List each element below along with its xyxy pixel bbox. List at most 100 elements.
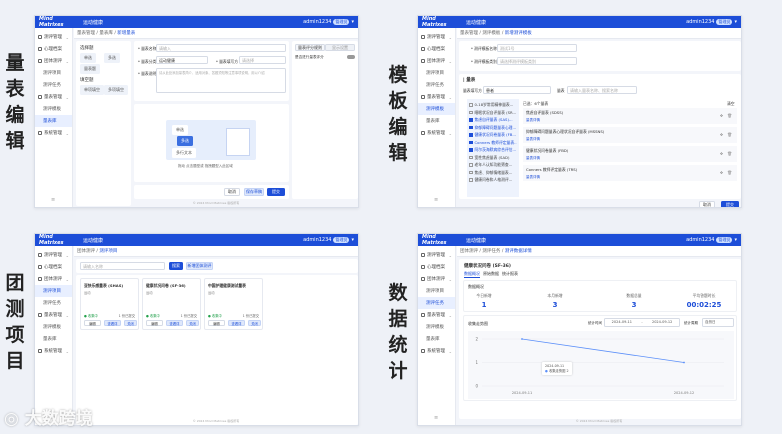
crumb-item[interactable]: 量表管理	[460, 30, 478, 36]
user-menu[interactable]: admin1234 管理员 ▾	[303, 19, 354, 25]
target-select[interactable]: 请选择	[239, 56, 286, 64]
collapse-icon[interactable]: ≡	[434, 197, 438, 203]
checkbox[interactable]	[469, 125, 473, 130]
scale-list-item[interactable]: 宽性焦虑量表 (SAD)	[469, 155, 517, 163]
tab-display[interactable]: 显示设置	[325, 44, 355, 51]
sidebar-item[interactable]: 测评模板	[35, 321, 72, 333]
sidebar-item[interactable]: 量表库	[35, 115, 72, 127]
sidebar-item[interactable]: 测评任务	[418, 297, 455, 309]
desc-textarea[interactable]: 请从此处添加量表简介、适用对象、答题须知等注意事项说明，用以介绍	[156, 68, 286, 93]
checkbox[interactable]	[469, 148, 473, 152]
delete-icon[interactable]: 🗑	[727, 132, 732, 137]
checkbox[interactable]	[469, 118, 473, 122]
target-select[interactable]: 患者	[483, 86, 551, 94]
search-input[interactable]: 请输入名称	[80, 262, 165, 270]
card-action-button[interactable]: 编辑	[208, 320, 225, 326]
crumb-item[interactable]: 量表库	[99, 30, 113, 36]
checkbox[interactable]	[469, 163, 473, 167]
checkbox[interactable]	[469, 110, 473, 115]
sidebar-item[interactable]: 团体测评 ⌄	[35, 273, 72, 285]
sidebar-item[interactable]: 系统管理 ⌄	[418, 345, 455, 357]
card-action-button[interactable]: 查看详	[166, 320, 183, 326]
checkbox[interactable]	[469, 155, 473, 160]
scale-list-item[interactable]: 睡眠状况自评量表 (SR...	[469, 110, 517, 118]
collapse-icon[interactable]: ≡	[51, 197, 55, 203]
template-name-input[interactable]: 测试1号	[497, 44, 577, 52]
scale-detail-link[interactable]: 量表详情	[526, 156, 734, 161]
scale-list-item[interactable]: 老年人认知功能筛查...	[469, 162, 517, 170]
scale-detail-link[interactable]: 量表详情	[526, 137, 734, 142]
crumb-item[interactable]: 团体测评	[460, 248, 478, 254]
palette-multi[interactable]: 多选	[104, 53, 120, 63]
sidebar-item[interactable]: 量表库	[418, 333, 455, 345]
tab-raw-data[interactable]: 原始数据	[483, 271, 499, 277]
clear-button[interactable]: 清空	[727, 101, 735, 107]
tab-report[interactable]: 统计报表	[502, 271, 518, 277]
scale-list-item[interactable]: 0-18岁常用精神量表...	[469, 102, 517, 110]
cancel-button[interactable]: 取消	[224, 188, 240, 196]
sidebar-item[interactable]: 测评模板	[35, 103, 72, 115]
tab-scoring[interactable]: 量表评分规则	[295, 44, 325, 51]
card-action-button[interactable]: 查看详	[228, 320, 245, 326]
search-button[interactable]: 搜索	[169, 262, 183, 270]
palette-fill-single[interactable]: 单项填空	[80, 85, 104, 95]
project-card[interactable]: 中国护理健康测试量表 运动 ● 收集中 1 份已提交 编辑 查看详 关闭	[204, 278, 263, 330]
project-card[interactable]: 健康状况问卷 (SF-36) 运动 ● 收集中 1 份已提交 编辑 查看详 关闭	[142, 278, 201, 330]
sidebar-item[interactable]: 量表管理 ⌄	[35, 91, 72, 103]
scoring-toggle[interactable]	[347, 55, 355, 59]
sidebar-item[interactable]: 测评模板	[418, 103, 455, 115]
sidebar-item[interactable]: 量表管理 ⌄	[35, 309, 72, 321]
name-input[interactable]: 请输入	[156, 44, 286, 52]
cancel-button[interactable]: 取消	[699, 201, 715, 207]
crumb-item[interactable]: 测评模板	[482, 30, 500, 36]
palette-fill-multi[interactable]: 多项填空	[104, 85, 128, 95]
sidebar-item[interactable]: 心理档案	[418, 43, 455, 55]
collapse-icon[interactable]: ≡	[434, 415, 438, 421]
sidebar-item[interactable]: 测评管理 ⌄	[418, 31, 455, 43]
crumb-item[interactable]: 测评任务	[482, 248, 500, 254]
sidebar-item[interactable]: 心理档案	[35, 43, 72, 55]
user-menu[interactable]: admin1234 管理员 ▾	[686, 237, 737, 243]
sidebar-item[interactable]: 量表管理 ⌄	[418, 309, 455, 321]
delete-icon[interactable]: 🗑	[727, 170, 732, 175]
tab-overview[interactable]: 数据概况	[464, 271, 480, 278]
template-category-select[interactable]: 请选择测评模板类别	[497, 57, 577, 65]
sidebar-item[interactable]: 测评任务	[418, 79, 455, 91]
scale-detail-link[interactable]: 量表详情	[526, 118, 734, 123]
sidebar-item[interactable]: 量表库	[35, 333, 72, 345]
checkbox[interactable]	[469, 170, 473, 175]
sidebar-item[interactable]: 测评模板	[418, 321, 455, 333]
drag-icon[interactable]: ✥	[720, 151, 723, 156]
card-action-button[interactable]: 关闭	[248, 320, 261, 326]
crumb-item[interactable]: 团体测评	[77, 248, 95, 254]
sidebar-item[interactable]: 测评任务	[35, 79, 72, 91]
palette-single[interactable]: 单选	[80, 53, 96, 63]
palette-scale[interactable]: 量表题	[80, 64, 100, 74]
sidebar-item[interactable]: 系统管理 ⌄	[35, 127, 72, 139]
scale-list-item[interactable]: 抑郁障碍问题量表心理...	[469, 125, 517, 133]
project-card[interactable]: 亚快乐感量表 (SHAS) 运动 ● 收集中 1 份已提交 编辑 查看详 关闭	[80, 278, 139, 330]
scale-list-item[interactable]: 健康状况问卷量表 (FB...	[469, 132, 517, 140]
sidebar-item[interactable]: 测评管理 ⌄	[418, 249, 455, 261]
scale-list-item[interactable]: 阿尔茨海默病综合评估...	[469, 147, 517, 155]
sidebar-item[interactable]: 测评管理 ⌄	[35, 249, 72, 261]
sidebar-item[interactable]: 测评管理 ⌄	[35, 31, 72, 43]
card-action-button[interactable]: 编辑	[84, 320, 101, 326]
category-select[interactable]: 运动健康	[156, 56, 208, 64]
save-draft-button[interactable]: 保存草稿	[244, 188, 264, 196]
drag-icon[interactable]: ✥	[720, 113, 723, 118]
checkbox[interactable]	[469, 133, 473, 137]
crumb-item[interactable]: 量表管理	[77, 30, 95, 36]
sidebar-item[interactable]: 系统管理 ⌄	[35, 345, 72, 357]
checkbox[interactable]	[469, 140, 473, 145]
sidebar-item[interactable]: 测评项目	[418, 67, 455, 79]
sidebar-item[interactable]: 测评项目	[35, 67, 72, 79]
card-action-button[interactable]: 关闭	[124, 320, 137, 326]
sidebar-item[interactable]: 系统管理 ⌄	[418, 127, 455, 139]
sidebar-item[interactable]: 测评项目	[35, 285, 72, 297]
card-action-button[interactable]: 查看详	[104, 320, 121, 326]
sidebar-item[interactable]: 心理档案	[35, 261, 72, 273]
card-action-button[interactable]: 关闭	[186, 320, 199, 326]
sidebar-item[interactable]: 团体测评 ⌄	[418, 273, 455, 285]
sidebar-item[interactable]: 量表管理 ⌄	[418, 91, 455, 103]
